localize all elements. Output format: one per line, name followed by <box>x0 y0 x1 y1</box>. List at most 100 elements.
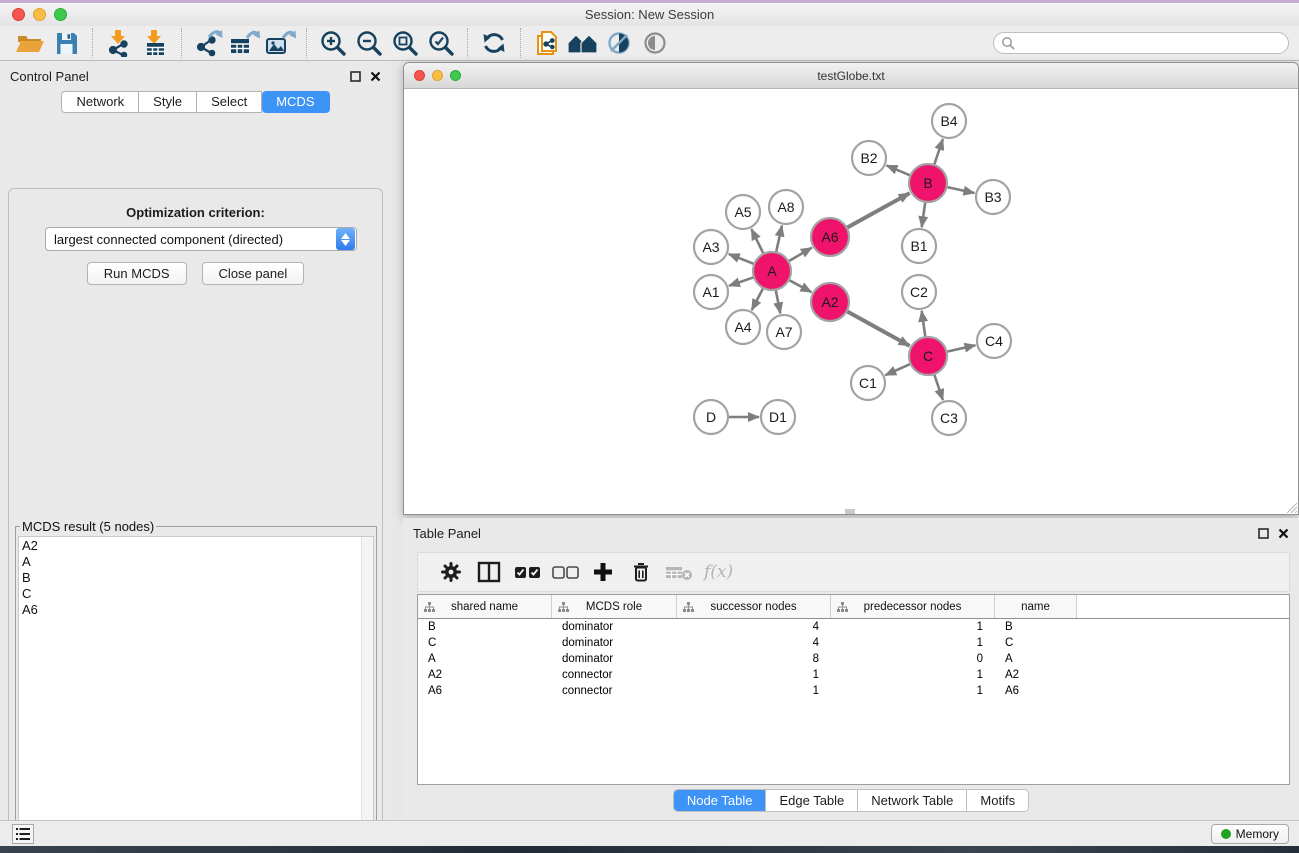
criterion-dropdown-value: largest connected component (directed) <box>46 232 336 247</box>
close-panel-button[interactable]: Close panel <box>202 262 305 285</box>
run-mcds-button[interactable]: Run MCDS <box>87 262 187 285</box>
graph-node-label-D: D <box>706 409 716 425</box>
graph-edge-C-C3[interactable] <box>934 374 943 400</box>
open-session-icon[interactable] <box>12 27 48 59</box>
graph-node-label-A4: A4 <box>734 319 751 335</box>
search-input[interactable] <box>1015 34 1288 52</box>
mcds-result-item[interactable]: A6 <box>22 602 370 618</box>
graph-edge-A-A5[interactable] <box>751 229 763 254</box>
mcds-result-item[interactable]: B <box>22 570 370 586</box>
column-header-name[interactable]: name <box>995 595 1077 618</box>
column-header-successor-nodes[interactable]: successor nodes <box>677 595 831 618</box>
select-columns-icon[interactable] <box>470 557 508 587</box>
toolbar-separator <box>92 28 93 58</box>
graph-edge-A-A7[interactable] <box>776 290 781 314</box>
tab-motifs[interactable]: Motifs <box>967 790 1028 811</box>
tab-node-table[interactable]: Node Table <box>674 790 767 811</box>
float-table-panel-icon[interactable] <box>1258 528 1269 539</box>
mcds-result-list[interactable]: A2 A B C A6 <box>18 536 374 853</box>
add-column-icon[interactable] <box>584 557 622 587</box>
import-network-icon[interactable] <box>101 27 137 59</box>
float-panel-icon[interactable] <box>350 71 361 82</box>
graph-node-label-C1: C1 <box>859 375 877 391</box>
toolbar-separator <box>467 28 468 58</box>
mcds-result-item[interactable]: A <box>22 554 370 570</box>
column-header-shared-name[interactable]: shared name <box>418 595 552 618</box>
refresh-icon[interactable] <box>476 27 512 59</box>
zoom-selected-icon[interactable] <box>423 27 459 59</box>
delete-column-trash-icon[interactable] <box>622 557 660 587</box>
graph-edge-B-B4[interactable] <box>934 139 943 165</box>
show-hide-panels-eye-icon[interactable] <box>637 27 673 59</box>
graph-edge-A-A8[interactable] <box>776 226 782 253</box>
clone-network-icon[interactable] <box>529 27 565 59</box>
control-panel-tabs: Network Style Select MCDS <box>0 91 391 113</box>
graph-edge-A2-C[interactable] <box>847 311 910 346</box>
export-table-icon[interactable] <box>226 27 262 59</box>
tab-select[interactable]: Select <box>197 91 262 113</box>
graph-edge-A-A6[interactable] <box>788 248 811 262</box>
graph-node-label-A3: A3 <box>702 239 719 255</box>
deselect-all-rows-icon[interactable] <box>546 557 584 587</box>
graph-edge-B-B3[interactable] <box>947 187 975 193</box>
zoom-fit-icon[interactable] <box>387 27 423 59</box>
graph-edge-B-B2[interactable] <box>886 165 910 175</box>
column-header-predecessor-nodes[interactable]: predecessor nodes <box>831 595 995 618</box>
tab-edge-table[interactable]: Edge Table <box>766 790 858 811</box>
table-row[interactable]: A6 connector 1 1 A6 <box>418 683 1289 699</box>
network-view-window: testGlobe.txt AA1A2A3A4A5A6A7A8BB1B2B3B4… <box>403 62 1299 515</box>
search-icon <box>1001 36 1015 50</box>
select-all-rows-icon[interactable] <box>508 557 546 587</box>
network-graph[interactable]: AA1A2A3A4A5A6A7A8BB1B2B3B4CC1C2C3C4DD1 <box>404 89 1298 514</box>
close-panel-icon[interactable] <box>370 71 381 82</box>
graph-edge-A-A2[interactable] <box>789 280 812 292</box>
criterion-dropdown[interactable]: largest connected component (directed) <box>45 227 357 251</box>
close-table-panel-icon[interactable] <box>1278 528 1289 539</box>
graph-edge-A6-B[interactable] <box>847 193 910 228</box>
node-table[interactable]: shared name MCDS role successor nodes <box>417 594 1290 785</box>
import-table-icon[interactable] <box>137 27 173 59</box>
app-title: Session: New Session <box>0 7 1299 22</box>
split-handle[interactable] <box>845 509 855 514</box>
graph-node-label-C3: C3 <box>940 410 958 426</box>
network-window-titlebar[interactable]: testGlobe.txt <box>404 63 1298 89</box>
table-row[interactable]: A2 connector 1 1 A2 <box>418 667 1289 683</box>
tab-mcds[interactable]: MCDS <box>262 91 329 113</box>
window-resize-grip[interactable] <box>1285 501 1297 513</box>
mcds-result-item[interactable]: C <box>22 586 370 602</box>
graph-node-label-A2: A2 <box>821 294 838 310</box>
dropdown-stepper-icon <box>336 228 355 250</box>
network-window-title: testGlobe.txt <box>404 69 1298 83</box>
mcds-result-item[interactable]: A2 <box>22 538 370 554</box>
graph-edge-C-C1[interactable] <box>885 364 910 375</box>
table-settings-gear-icon[interactable] <box>432 557 470 587</box>
column-header-mcds-role[interactable]: MCDS role <box>552 595 677 618</box>
toolbar-separator <box>306 28 307 58</box>
tab-style[interactable]: Style <box>139 91 197 113</box>
export-network-icon[interactable] <box>190 27 226 59</box>
graph-edge-C-C2[interactable] <box>922 311 926 337</box>
table-row[interactable]: A dominator 8 0 A <box>418 651 1289 667</box>
tab-network[interactable]: Network <box>61 91 139 113</box>
graph-edge-B-B1[interactable] <box>922 202 926 227</box>
result-scrollbar-track[interactable] <box>361 537 373 853</box>
table-row[interactable]: B dominator 4 1 B <box>418 619 1289 635</box>
graph-edge-A-A1[interactable] <box>729 277 754 286</box>
graph-edge-C-C4[interactable] <box>947 345 976 352</box>
graph-node-label-C4: C4 <box>985 333 1003 349</box>
export-image-icon[interactable] <box>262 27 298 59</box>
graph-edge-A-A4[interactable] <box>752 288 764 310</box>
network-canvas[interactable]: AA1A2A3A4A5A6A7A8BB1B2B3B4CC1C2C3C4DD1 <box>404 89 1298 514</box>
save-session-icon[interactable] <box>48 27 84 59</box>
show-hide-graphics-icon[interactable] <box>601 27 637 59</box>
zoom-out-icon[interactable] <box>351 27 387 59</box>
home-icon[interactable] <box>565 27 601 59</box>
task-history-button[interactable] <box>12 824 34 844</box>
graph-edge-A-A3[interactable] <box>729 254 755 264</box>
search-field[interactable] <box>993 32 1289 54</box>
table-row[interactable]: C dominator 4 1 C <box>418 635 1289 651</box>
graph-node-label-A: A <box>767 263 777 279</box>
memory-button[interactable]: Memory <box>1211 824 1289 844</box>
tab-network-table[interactable]: Network Table <box>858 790 967 811</box>
zoom-in-icon[interactable] <box>315 27 351 59</box>
